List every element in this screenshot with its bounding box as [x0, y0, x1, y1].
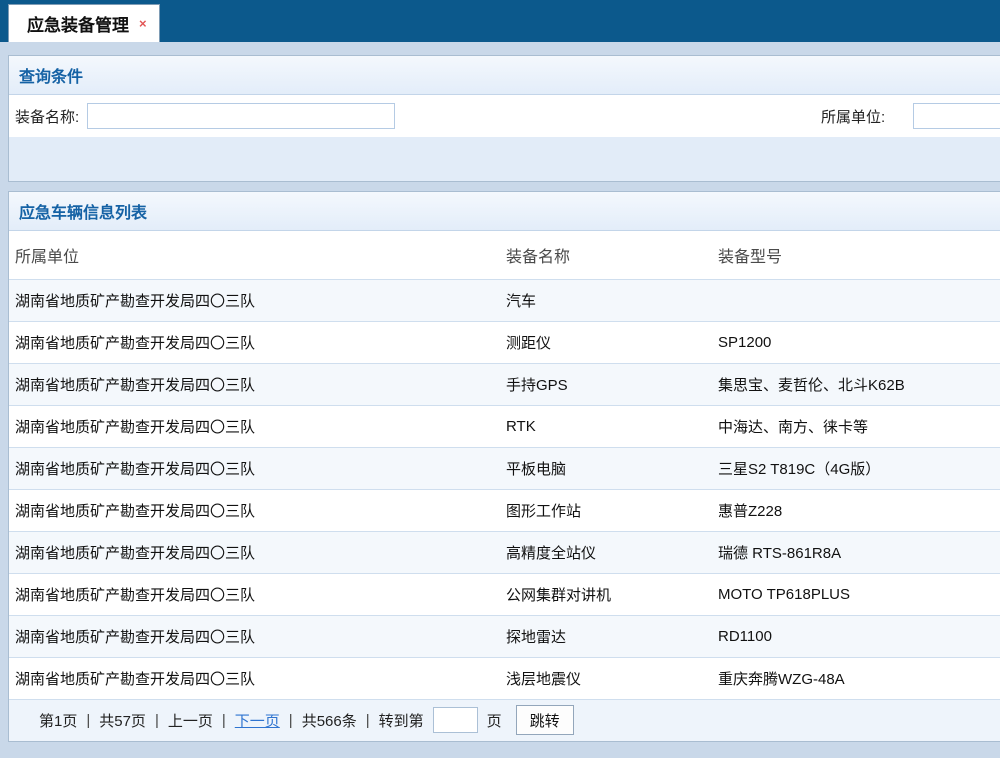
total-pages-label: 共57页	[99, 710, 146, 731]
cell-equipment-name: 平板电脑	[500, 447, 712, 489]
cell-equipment-name: 测距仪	[500, 321, 712, 363]
query-panel-title: 查询条件	[9, 56, 1000, 95]
cell-equipment-name: 高精度全站仪	[500, 531, 712, 573]
table-row: 湖南省地质矿产勘查开发局四〇三队 浅层地震仪 重庆奔腾WZG-48A	[9, 657, 1000, 699]
cell-unit: 湖南省地质矿产勘查开发局四〇三队	[9, 657, 500, 699]
table-row: 湖南省地质矿产勘查开发局四〇三队 图形工作站 惠普Z228	[9, 489, 1000, 531]
cell-unit: 湖南省地质矿产勘查开发局四〇三队	[9, 531, 500, 573]
tab-bar: 应急装备管理 ×	[0, 0, 1000, 42]
separator: |	[155, 712, 159, 729]
equipment-table: 所属单位 装备名称 装备型号 湖南省地质矿产勘查开发局四〇三队 汽车 湖南省地质…	[9, 231, 1000, 700]
goto-page-input[interactable]	[433, 707, 478, 733]
cell-equipment-model: SP1200	[712, 321, 1000, 363]
equipment-name-label: 装备名称:	[15, 106, 79, 127]
cell-equipment-name: 图形工作站	[500, 489, 712, 531]
cell-equipment-name: 浅层地震仪	[500, 657, 712, 699]
goto-page-prefix-label: 转到第	[379, 710, 424, 731]
cell-unit: 湖南省地质矿产勘查开发局四〇三队	[9, 405, 500, 447]
cell-equipment-name: 汽车	[500, 279, 712, 321]
cell-equipment-model: MOTO TP618PLUS	[712, 573, 1000, 615]
table-row: 湖南省地质矿产勘查开发局四〇三队 汽车	[9, 279, 1000, 321]
table-row: 湖南省地质矿产勘查开发局四〇三队 公网集群对讲机 MOTO TP618PLUS	[9, 573, 1000, 615]
table-row: 湖南省地质矿产勘查开发局四〇三队 测距仪 SP1200	[9, 321, 1000, 363]
pagination-bar: 第1页 | 共57页 | 上一页 | 下一页 | 共566条 | 转到第 页 跳…	[9, 700, 1000, 741]
table-row: 湖南省地质矿产勘查开发局四〇三队 平板电脑 三星S2 T819C（4G版）	[9, 447, 1000, 489]
cell-equipment-model: 惠普Z228	[712, 489, 1000, 531]
separator: |	[366, 712, 370, 729]
cell-unit: 湖南省地质矿产勘查开发局四〇三队	[9, 573, 500, 615]
cell-equipment-model	[712, 279, 1000, 321]
list-panel-title: 应急车辆信息列表	[9, 192, 1000, 231]
tab-emergency-equipment[interactable]: 应急装备管理 ×	[8, 4, 160, 42]
cell-unit: 湖南省地质矿产勘查开发局四〇三队	[9, 447, 500, 489]
table-row: 湖南省地质矿产勘查开发局四〇三队 RTK 中海达、南方、徕卡等	[9, 405, 1000, 447]
query-panel: 查询条件 装备名称: 所属单位:	[8, 55, 1000, 182]
goto-page-suffix-label: 页	[487, 710, 502, 731]
current-page-label: 第1页	[39, 710, 77, 731]
column-header-unit: 所属单位	[9, 231, 500, 279]
next-page-link[interactable]: 下一页	[235, 710, 280, 731]
table-row: 湖南省地质矿产勘查开发局四〇三队 探地雷达 RD1100	[9, 615, 1000, 657]
column-header-equipment-name: 装备名称	[500, 231, 712, 279]
unit-input[interactable]	[913, 103, 1000, 129]
cell-equipment-name: RTK	[500, 405, 712, 447]
table-row: 湖南省地质矿产勘查开发局四〇三队 手持GPS 集思宝、麦哲伦、北斗K62B	[9, 363, 1000, 405]
query-form-row: 装备名称: 所属单位:	[9, 95, 1000, 137]
cell-equipment-model: 集思宝、麦哲伦、北斗K62B	[712, 363, 1000, 405]
cell-equipment-model: 重庆奔腾WZG-48A	[712, 657, 1000, 699]
cell-unit: 湖南省地质矿产勘查开发局四〇三队	[9, 615, 500, 657]
query-panel-footer	[9, 137, 1000, 181]
cell-equipment-name: 探地雷达	[500, 615, 712, 657]
tab-label: 应急装备管理	[27, 11, 129, 36]
prev-page-button[interactable]: 上一页	[168, 710, 213, 731]
jump-button[interactable]: 跳转	[516, 705, 574, 735]
unit-label: 所属单位:	[821, 106, 885, 127]
equipment-name-input[interactable]	[87, 103, 395, 129]
cell-equipment-model: RD1100	[712, 615, 1000, 657]
list-panel: 应急车辆信息列表 所属单位 装备名称 装备型号 湖南省地质矿产勘查开发局四〇三队…	[8, 191, 1000, 742]
table-header-row: 所属单位 装备名称 装备型号	[9, 231, 1000, 279]
cell-equipment-name: 手持GPS	[500, 363, 712, 405]
separator: |	[86, 712, 90, 729]
cell-equipment-name: 公网集群对讲机	[500, 573, 712, 615]
total-items-label: 共566条	[302, 710, 357, 731]
close-icon[interactable]: ×	[139, 17, 147, 30]
column-header-equipment-model: 装备型号	[712, 231, 1000, 279]
cell-unit: 湖南省地质矿产勘查开发局四〇三队	[9, 279, 500, 321]
cell-unit: 湖南省地质矿产勘查开发局四〇三队	[9, 363, 500, 405]
cell-equipment-model: 瑞德 RTS-861R8A	[712, 531, 1000, 573]
cell-equipment-model: 中海达、南方、徕卡等	[712, 405, 1000, 447]
cell-unit: 湖南省地质矿产勘查开发局四〇三队	[9, 489, 500, 531]
table-body: 湖南省地质矿产勘查开发局四〇三队 汽车 湖南省地质矿产勘查开发局四〇三队 测距仪…	[9, 279, 1000, 699]
table-row: 湖南省地质矿产勘查开发局四〇三队 高精度全站仪 瑞德 RTS-861R8A	[9, 531, 1000, 573]
separator: |	[222, 712, 226, 729]
separator: |	[289, 712, 293, 729]
cell-equipment-model: 三星S2 T819C（4G版）	[712, 447, 1000, 489]
cell-unit: 湖南省地质矿产勘查开发局四〇三队	[9, 321, 500, 363]
